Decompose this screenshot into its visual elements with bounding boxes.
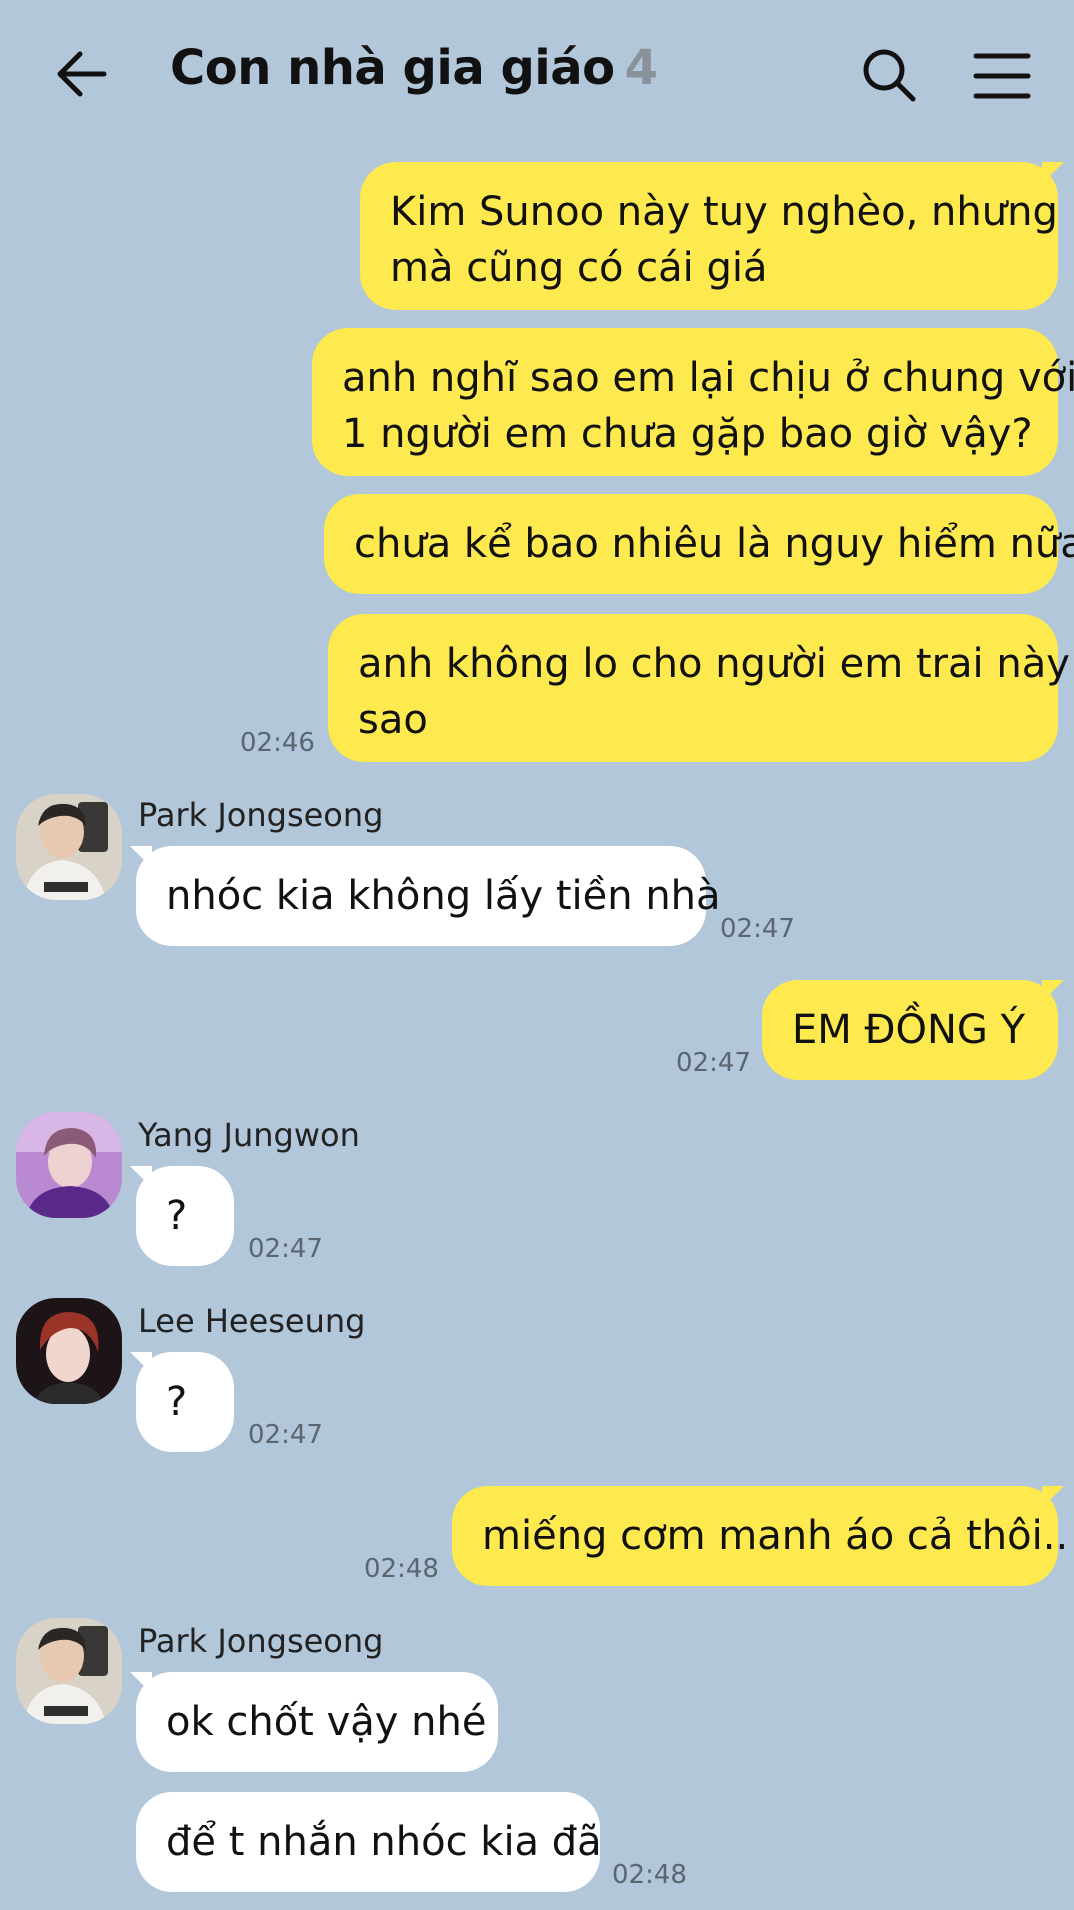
- back-button[interactable]: [52, 42, 116, 106]
- message-line: để t nhắn nhóc kia đã: [166, 1819, 602, 1865]
- sender-name: Lee Heeseung: [138, 1302, 366, 1340]
- message-line: 1 người em chưa gặp bao giờ vậy?: [342, 411, 1033, 457]
- their-message-bubble[interactable]: ?: [130, 1166, 234, 1266]
- menu-button[interactable]: [972, 46, 1032, 106]
- message-line: miếng cơm manh áo cả thôi..: [482, 1513, 1069, 1559]
- chat-header: Con nhà gia giáo 4: [0, 0, 1074, 150]
- profile-photo-icon: [16, 1618, 122, 1724]
- avatar-park-jongseong[interactable]: [16, 1618, 122, 1724]
- profile-photo-icon: [16, 794, 122, 900]
- sender-name: Park Jongseong: [138, 1622, 384, 1660]
- chat-name: Con nhà gia giáo: [170, 40, 615, 96]
- avatar-park-jongseong[interactable]: [16, 794, 122, 900]
- hamburger-menu-icon: [973, 53, 1031, 99]
- message-line: ?: [166, 1379, 188, 1425]
- my-message-bubble[interactable]: anh không lo cho người em trai này sao: [328, 614, 1070, 762]
- their-message-bubble[interactable]: ?: [130, 1352, 234, 1452]
- message-time: 02:46: [240, 728, 315, 758]
- my-message-bubble[interactable]: Kim Sunoo này tuy nghèo, nhưng mà cũng c…: [360, 162, 1064, 310]
- search-button[interactable]: [860, 46, 918, 104]
- my-message-bubble[interactable]: EM ĐỒNG Ý: [762, 980, 1064, 1080]
- sender-name: Park Jongseong: [138, 796, 384, 834]
- message-line: nhóc kia không lấy tiền nhà: [166, 873, 721, 919]
- message-time: 02:48: [612, 1860, 687, 1890]
- my-message-bubble[interactable]: chưa kể bao nhiêu là nguy hiểm nữa: [324, 494, 1074, 594]
- member-count: 4: [624, 40, 658, 96]
- message-line: chưa kể bao nhiêu là nguy hiểm nữa: [354, 521, 1074, 567]
- message-line: sao: [358, 697, 428, 743]
- message-time: 02:47: [248, 1234, 323, 1264]
- chat-title: Con nhà gia giáo 4: [170, 40, 658, 96]
- message-line: Kim Sunoo này tuy nghèo, nhưng: [390, 189, 1058, 235]
- their-message-bubble[interactable]: ok chốt vậy nhé: [130, 1672, 498, 1772]
- arrow-left-icon: [57, 51, 107, 97]
- profile-photo-icon: [16, 1298, 122, 1404]
- avatar-yang-jungwon[interactable]: [16, 1112, 122, 1218]
- message-line: EM ĐỒNG Ý: [792, 1007, 1026, 1053]
- my-message-bubble[interactable]: anh nghĩ sao em lại chịu ở chung với 1 n…: [312, 328, 1074, 476]
- avatar-lee-heeseung[interactable]: [16, 1298, 122, 1404]
- their-message-bubble[interactable]: nhóc kia không lấy tiền nhà: [130, 846, 721, 946]
- profile-photo-icon: [16, 1112, 122, 1218]
- message-time: 02:48: [364, 1554, 439, 1584]
- their-message-bubble[interactable]: để t nhắn nhóc kia đã: [136, 1792, 602, 1892]
- sender-name: Yang Jungwon: [138, 1116, 360, 1154]
- message-line: ok chốt vậy nhé: [166, 1699, 487, 1745]
- my-message-bubble[interactable]: miếng cơm manh áo cả thôi..: [452, 1486, 1069, 1586]
- message-line: mà cũng có cái giá: [390, 245, 768, 291]
- message-time: 02:47: [248, 1420, 323, 1450]
- message-line: ?: [166, 1193, 188, 1239]
- message-time: 02:47: [720, 914, 795, 944]
- message-line: anh không lo cho người em trai này: [358, 641, 1070, 687]
- message-time: 02:47: [676, 1048, 751, 1078]
- search-icon: [863, 49, 916, 102]
- message-line: anh nghĩ sao em lại chịu ở chung với: [342, 355, 1074, 401]
